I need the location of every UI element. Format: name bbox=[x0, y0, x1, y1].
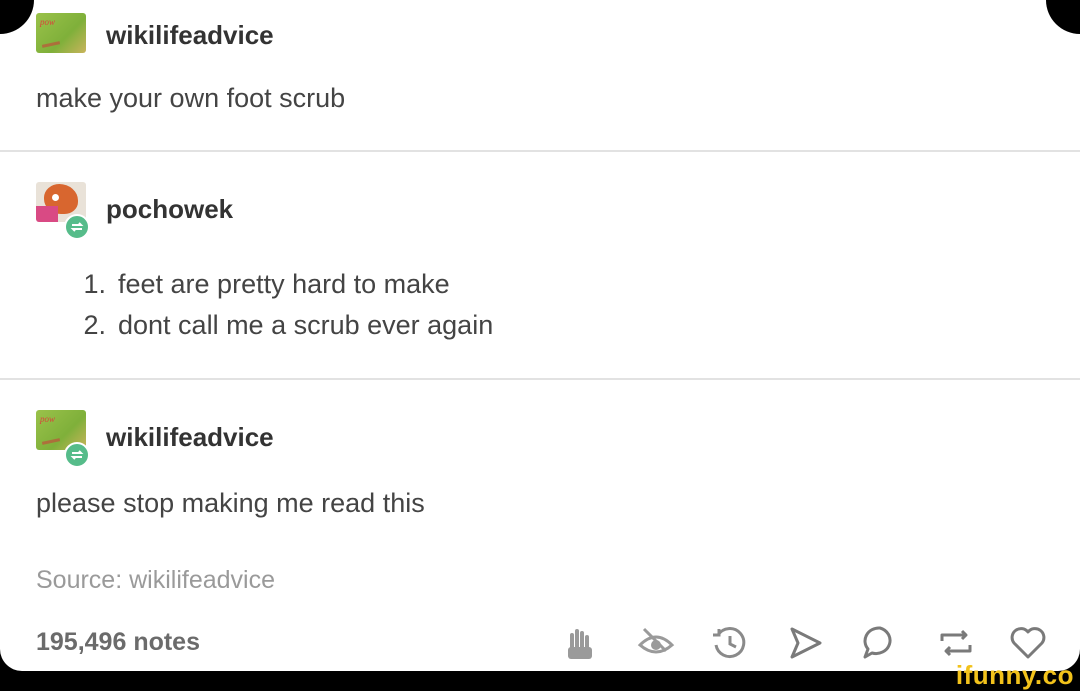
post-reblog: pow wikilifeadvice please stop making me… bbox=[0, 380, 1080, 671]
list-item: 2. dont call me a scrub ever again bbox=[68, 305, 493, 346]
post-reblog: pochowek 1. feet are pretty hard to make … bbox=[0, 152, 1080, 378]
reblog-icon bbox=[64, 442, 90, 468]
post-original: pow wikilifeadvice make your own foot sc… bbox=[0, 0, 1080, 150]
source-link[interactable]: Source: wikilifeadvice bbox=[36, 566, 275, 595]
clock-icon[interactable] bbox=[710, 623, 750, 663]
fox-accent bbox=[36, 206, 58, 222]
username[interactable]: wikilifeadvice bbox=[106, 20, 274, 51]
username[interactable]: wikilifeadvice bbox=[106, 422, 274, 453]
avatar-tag: pow bbox=[40, 414, 56, 424]
notes-count[interactable]: 195,496 notes bbox=[36, 628, 200, 657]
numbered-list: 1. feet are pretty hard to make 2. dont ca… bbox=[68, 264, 493, 346]
post-text: please stop making me read this bbox=[36, 488, 425, 518]
comment-icon[interactable] bbox=[860, 623, 900, 663]
avatar-stripe bbox=[41, 41, 61, 48]
post-text: make your own foot scrub bbox=[36, 83, 346, 113]
send-icon[interactable] bbox=[786, 623, 826, 663]
list-item: 1. feet are pretty hard to make bbox=[68, 264, 493, 305]
avatar-tag: pow bbox=[40, 17, 56, 27]
reblog-icon[interactable] bbox=[936, 623, 976, 663]
list-text: dont call me a scrub ever again bbox=[118, 310, 494, 340]
list-text: feet are pretty hard to make bbox=[118, 269, 450, 299]
wikilifeadvice-avatar-icon[interactable]: pow bbox=[36, 13, 86, 53]
reblog-icon bbox=[64, 214, 90, 240]
avatar-stripe bbox=[41, 438, 61, 445]
hand-icon[interactable] bbox=[562, 623, 602, 663]
list-number: 2. bbox=[83, 310, 106, 340]
list-number: 1. bbox=[83, 269, 106, 299]
fox-eye bbox=[52, 194, 59, 201]
heart-icon[interactable] bbox=[1008, 623, 1048, 663]
eye-icon[interactable] bbox=[636, 623, 676, 663]
ifunny-watermark: ifunny.co bbox=[955, 660, 1074, 690]
username[interactable]: pochowek bbox=[106, 194, 233, 225]
tumblr-post-card: pow wikilifeadvice make your own foot sc… bbox=[0, 0, 1080, 671]
